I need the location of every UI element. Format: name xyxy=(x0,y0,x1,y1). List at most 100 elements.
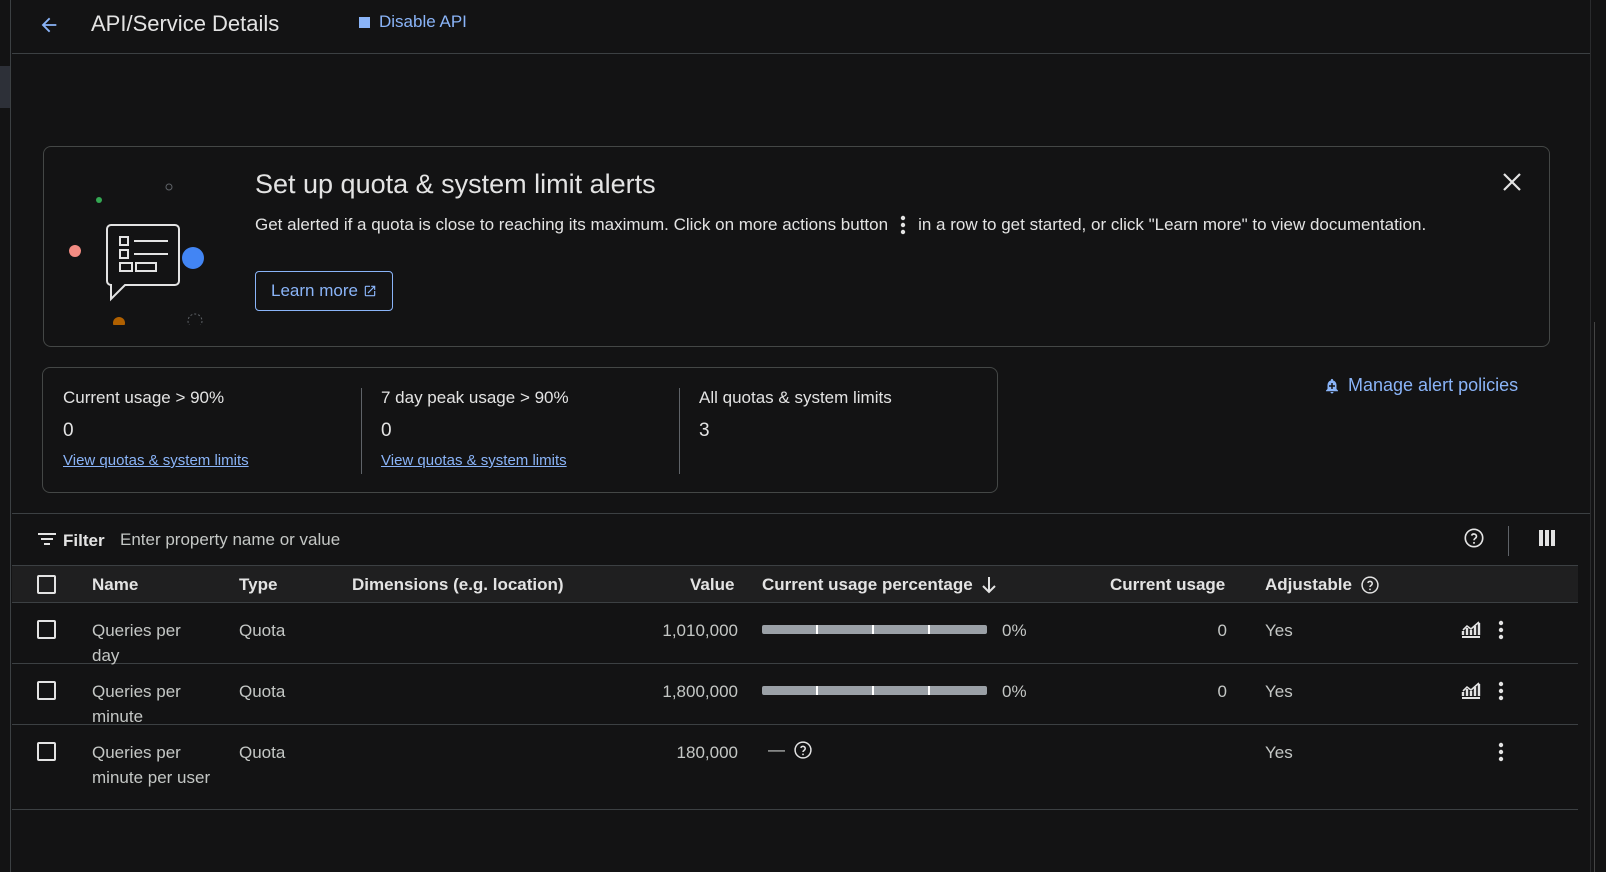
table-header: Name Type Dimensions (e.g. location) Val… xyxy=(12,565,1578,603)
alert-bell-icon xyxy=(1326,378,1338,393)
learn-more-label: Learn more xyxy=(271,281,358,300)
column-header-name[interactable]: Name xyxy=(92,575,138,595)
banner-description: Get alerted if a quota is close to reach… xyxy=(255,215,1426,235)
row-checkbox[interactable] xyxy=(37,742,56,761)
toolbar-divider xyxy=(1508,526,1509,556)
chat-illustration-icon xyxy=(69,183,204,325)
more-vert-icon xyxy=(1498,681,1504,701)
top-bar: API/Service Details Disable API xyxy=(12,0,1590,54)
stat-label: 7 day peak usage > 90% xyxy=(381,388,569,407)
view-quotas-link[interactable]: View quotas & system limits xyxy=(381,452,567,469)
quota-name: Queries per day xyxy=(92,621,181,665)
page-title: API/Service Details xyxy=(91,11,280,36)
progress-tick xyxy=(872,686,874,695)
stat-value: 3 xyxy=(699,420,710,441)
help-circle-icon[interactable] xyxy=(1360,575,1380,595)
table-row: Queries per day Quota 1,010,000 0% 0 Yes xyxy=(12,603,1578,665)
row-more-actions-button[interactable] xyxy=(1489,678,1513,704)
stat-value: 0 xyxy=(63,420,74,441)
left-rail xyxy=(0,0,11,872)
column-display-button[interactable] xyxy=(1539,530,1555,551)
help-circle-icon xyxy=(1464,528,1484,548)
quota-name: Queries per minute xyxy=(92,682,181,726)
close-icon xyxy=(1503,173,1521,191)
back-button[interactable] xyxy=(34,10,64,40)
quotas-table: Name Type Dimensions (e.g. location) Val… xyxy=(12,565,1578,810)
adjustable-value: Yes xyxy=(1265,682,1293,701)
row-checkbox[interactable] xyxy=(37,620,56,639)
column-header-usage-percentage-label: Current usage percentage xyxy=(762,575,973,594)
column-header-usage-percentage[interactable]: Current usage percentage xyxy=(762,575,997,595)
view-monitoring-button[interactable] xyxy=(1461,681,1481,704)
open-in-new-icon xyxy=(364,285,376,297)
column-header-current-usage[interactable]: Current usage xyxy=(1110,575,1225,595)
row-more-actions-button[interactable] xyxy=(1489,617,1513,643)
quota-value: 1,010,000 xyxy=(662,621,738,640)
column-header-adjustable-label: Adjustable xyxy=(1265,575,1352,594)
select-all-checkbox[interactable] xyxy=(37,575,56,594)
disable-api-label: Disable API xyxy=(379,12,467,31)
usage-progress-bar xyxy=(762,625,987,634)
adjustable-value: Yes xyxy=(1265,621,1293,640)
page-scrollbar[interactable] xyxy=(1590,0,1606,872)
monitoring-chart-icon xyxy=(1461,682,1481,699)
scrollbar-thumb[interactable] xyxy=(1594,322,1602,872)
filter-label: Filter xyxy=(63,531,105,550)
stat-label: All quotas & system limits xyxy=(699,388,892,407)
column-header-adjustable[interactable]: Adjustable xyxy=(1265,575,1380,595)
usage-percentage: 0% xyxy=(1002,682,1027,701)
usage-percentage: — xyxy=(768,740,785,759)
progress-tick xyxy=(816,686,818,695)
column-header-type[interactable]: Type xyxy=(239,575,277,595)
stat-all-quotas: All quotas & system limits 3 xyxy=(679,368,997,492)
banner-text-before: Get alerted if a quota is close to reach… xyxy=(255,215,889,234)
stat-peak-usage: 7 day peak usage > 90% 0 View quotas & s… xyxy=(361,368,679,492)
arrow-down-icon xyxy=(981,577,996,594)
quota-value: 180,000 xyxy=(676,743,738,762)
view-monitoring-button[interactable] xyxy=(1461,620,1481,643)
column-header-value[interactable]: Value xyxy=(690,575,734,595)
usage-percentage: 0% xyxy=(1002,621,1027,640)
adjustable-value: Yes xyxy=(1265,743,1293,762)
progress-tick xyxy=(816,625,818,634)
progress-tick xyxy=(928,686,930,695)
progress-tick xyxy=(872,625,874,634)
filter-input[interactable] xyxy=(120,524,720,556)
filter-help-button[interactable] xyxy=(1463,527,1485,554)
learn-more-button[interactable]: Learn more xyxy=(255,271,393,311)
row-more-actions-button[interactable] xyxy=(1489,739,1513,765)
help-circle-icon[interactable] xyxy=(793,740,813,760)
stat-value: 0 xyxy=(381,420,392,441)
manage-alert-policies-button[interactable]: Manage alert policies xyxy=(1323,375,1518,396)
current-usage: 0 xyxy=(1217,621,1227,640)
usage-percentage-unavailable: — xyxy=(768,740,813,760)
left-rail-indicator xyxy=(0,66,10,108)
banner-title: Set up quota & system limit alerts xyxy=(255,169,656,199)
usage-progress-bar xyxy=(762,686,987,695)
manage-alert-policies-label: Manage alert policies xyxy=(1348,375,1519,395)
view-column-icon xyxy=(1539,530,1555,546)
close-banner-button[interactable] xyxy=(1497,167,1527,197)
table-row: Queries per minute per user Quota 180,00… xyxy=(12,725,1578,810)
filter-bar: Filter xyxy=(12,513,1590,565)
row-checkbox[interactable] xyxy=(37,681,56,700)
stop-square-icon xyxy=(359,16,370,28)
disable-api-button[interactable]: Disable API xyxy=(359,12,467,32)
more-vert-icon xyxy=(1498,620,1504,640)
column-header-dimensions[interactable]: Dimensions (e.g. location) xyxy=(352,575,564,595)
progress-tick xyxy=(928,625,930,634)
arrow-back-icon xyxy=(41,17,57,33)
quota-value: 1,800,000 xyxy=(662,682,738,701)
table-row: Queries per minute Quota 1,800,000 0% 0 … xyxy=(12,664,1578,726)
quota-name: Queries per minute per user xyxy=(92,743,211,787)
stat-current-usage: Current usage > 90% 0 View quotas & syst… xyxy=(43,368,361,492)
more-vert-icon xyxy=(888,215,918,235)
usage-summary-card: Current usage > 90% 0 View quotas & syst… xyxy=(42,367,998,493)
monitoring-chart-icon xyxy=(1461,621,1481,638)
quota-type: Quota xyxy=(239,743,286,762)
more-vert-icon xyxy=(1498,742,1504,762)
quota-alert-banner: Set up quota & system limit alerts Get a… xyxy=(43,146,1550,347)
quota-type: Quota xyxy=(239,621,286,640)
view-quotas-link[interactable]: View quotas & system limits xyxy=(63,452,249,469)
stat-label: Current usage > 90% xyxy=(63,388,225,407)
